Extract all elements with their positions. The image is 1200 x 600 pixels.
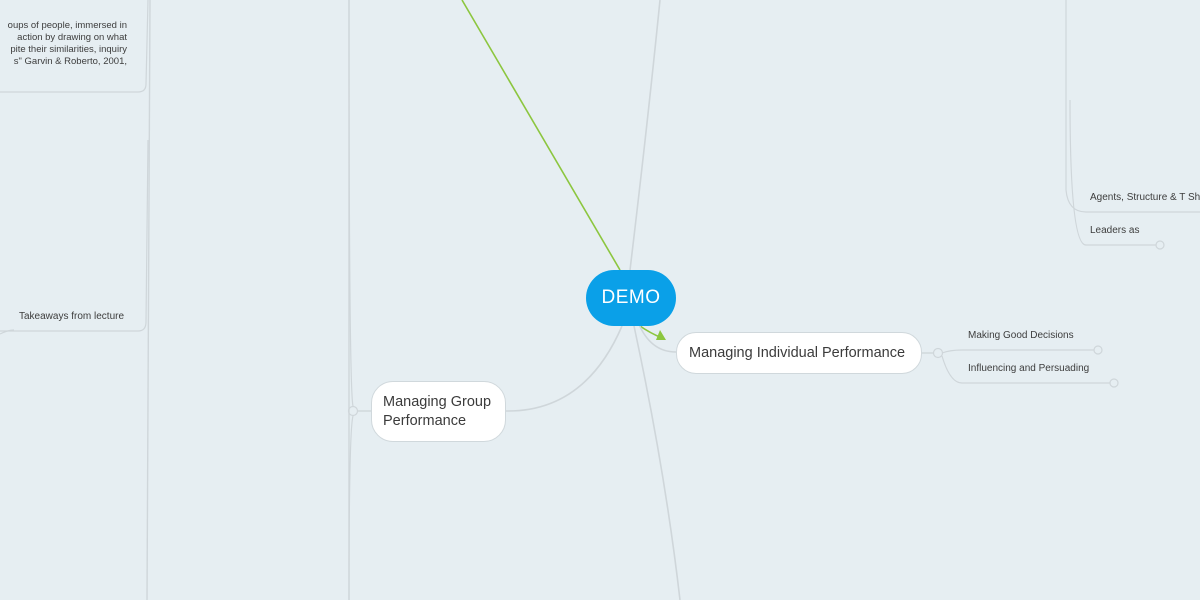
topic-label: Managing Individual Performance [689, 345, 906, 361]
right-line-2 [1069, 99, 1156, 246]
topic-label: Managing Group Performance [383, 394, 492, 429]
subtopic-label: Making Good Decisions [968, 330, 1074, 341]
link-to-group [505, 325, 623, 412]
left-vertical-line [146, 0, 151, 600]
subtopic-label: Agents, Structure & T Sh [1090, 192, 1200, 203]
link-sub-decisions [941, 349, 1094, 354]
note-line: pite their similarities, inquiry [10, 44, 127, 55]
collapse-handle [347, 405, 359, 417]
left-note-text: oups of people, immersed in action by dr… [0, 20, 127, 68]
right-vertical-line [1065, 0, 1200, 213]
left-item-underline [0, 139, 149, 332]
subtopic-influencing-and-persuading[interactable]: Influencing and Persuading [968, 363, 1089, 374]
collapse-handle [932, 347, 944, 359]
topic-managing-group-performance[interactable]: Managing Group Performance [371, 381, 506, 442]
central-topic[interactable]: DEMO [586, 270, 676, 326]
note-line: action by drawing on what [17, 32, 127, 43]
link-top [629, 0, 661, 271]
expand-handle [1093, 345, 1103, 355]
subtopic-leaders-as[interactable]: Leaders as [1090, 225, 1139, 236]
expand-handle [1109, 378, 1119, 388]
topic-managing-individual-performance[interactable]: Managing Individual Performance [676, 332, 922, 374]
relationship-line [461, 0, 621, 271]
subtopic-takeaways-from-lecture[interactable]: Takeaways from lecture [19, 311, 124, 322]
relationship-arrowhead [656, 330, 666, 340]
note-line: oups of people, immersed in [7, 20, 127, 31]
note-line: s" Garvin & Roberto, 2001, [13, 56, 127, 67]
link-bottom [633, 325, 681, 600]
subtopic-label: Influencing and Persuading [968, 363, 1090, 374]
subtopic-making-good-decisions[interactable]: Making Good Decisions [968, 330, 1074, 341]
central-topic-label: DEMO [601, 287, 661, 308]
subtopic-label: Leaders as [1090, 225, 1140, 236]
link-to-individual [637, 321, 677, 353]
subtopic-label: Takeaways from lecture [19, 311, 125, 322]
subtopic-agents-structure[interactable]: Agents, Structure & T Sh [1090, 192, 1200, 203]
expand-handle [1155, 240, 1165, 250]
